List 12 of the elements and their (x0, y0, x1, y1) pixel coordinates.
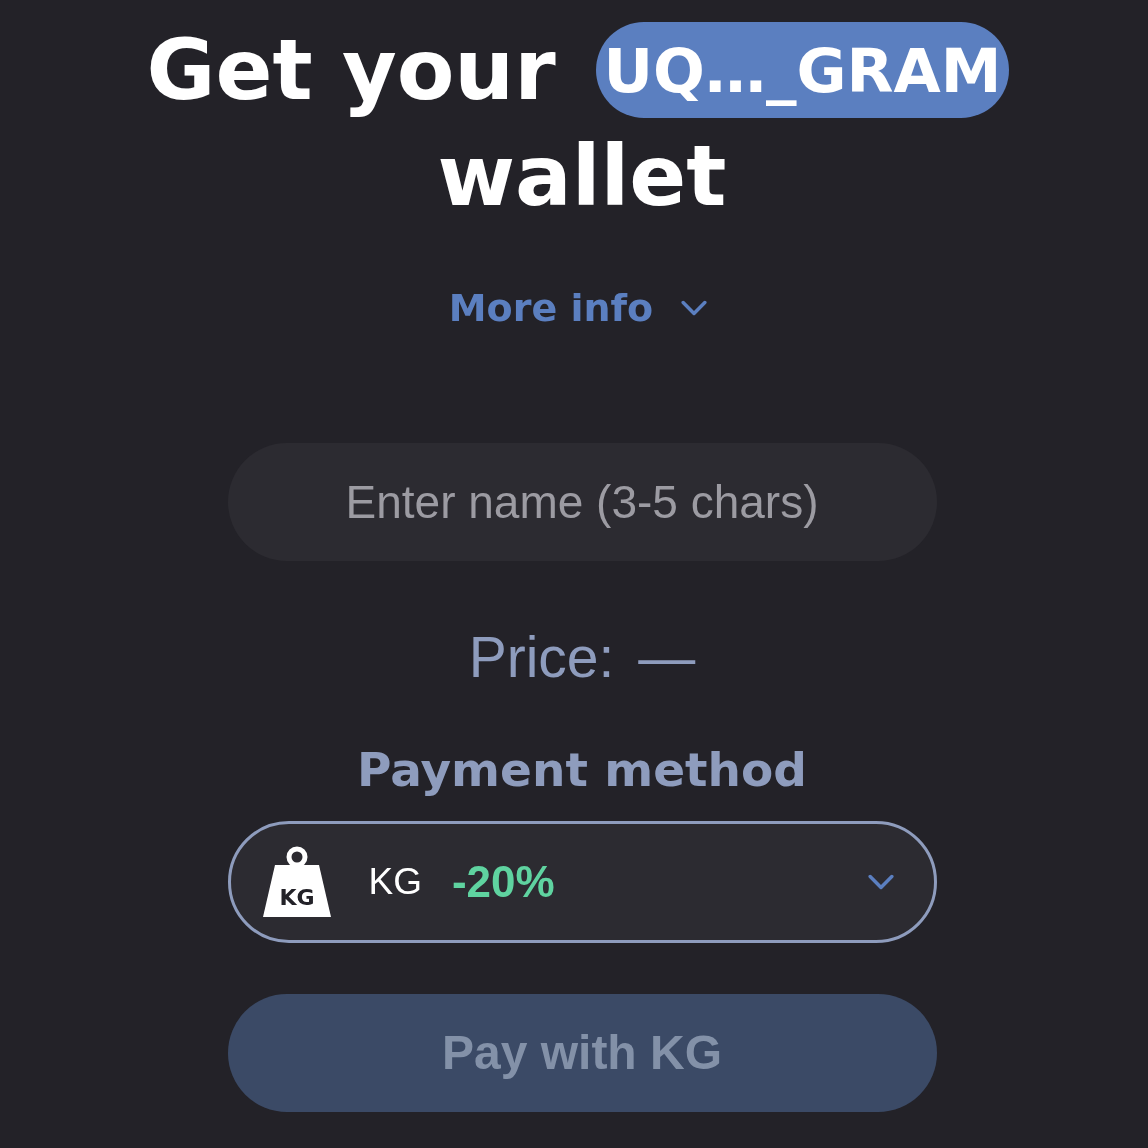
currency-label: KG (368, 863, 422, 901)
price-value: — (638, 628, 696, 686)
name-input-field[interactable]: Enter name (3-5 chars) (227, 442, 937, 561)
more-info-link[interactable]: More info (448, 288, 716, 327)
chevron-down-icon (681, 299, 708, 316)
title-text: wallet (437, 126, 727, 227)
chevron-down-icon (867, 873, 894, 890)
price-label: Price: (468, 628, 615, 686)
address-badge: UQ…_GRAM (595, 22, 1010, 118)
payment-method-dropdown[interactable]: KG KG -20% (227, 820, 937, 943)
discount-label: -20% (451, 859, 555, 904)
title-text: Get your (146, 19, 556, 121)
